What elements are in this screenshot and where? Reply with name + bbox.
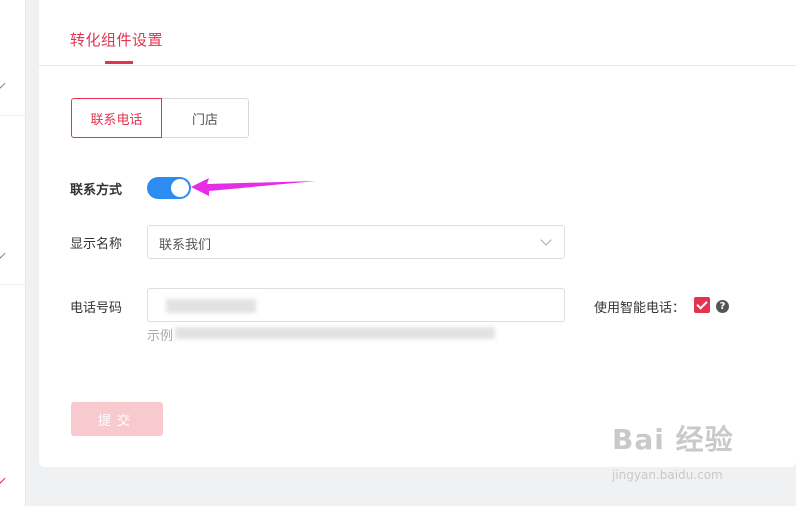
chevron-down-icon [540,234,552,246]
tab-contact-phone[interactable]: 联系电话 [71,98,162,138]
redacted-phone [166,299,256,313]
chevron-down-icon[interactable] [0,473,6,484]
smart-phone-label: 使用智能电话： [594,301,686,316]
contact-method-toggle[interactable] [147,177,191,199]
settings-card: 转化组件设置 联系电话 门店 联系方式 显示名称 联系我们 电话号码 示例 使用… [39,0,796,467]
left-sidebar [0,0,26,506]
phone-label: 电话号码 [70,301,123,316]
contact-method-label: 联系方式 [70,183,123,198]
display-name-select[interactable]: 联系我们 [147,225,565,259]
annotation-arrow [191,178,316,196]
toggle-knob [171,179,189,197]
active-tab-indicator [105,61,133,64]
submit-button[interactable]: 提交 [71,402,163,436]
chevron-down-icon[interactable] [0,248,6,259]
header-divider [39,65,796,66]
display-name-value: 联系我们 [159,238,212,253]
watermark-url: jingyan.baidu.com [612,468,723,482]
sidebar-divider [0,284,25,285]
redacted-hint [175,327,495,339]
help-icon[interactable]: ? [716,300,729,313]
display-name-label: 显示名称 [70,237,123,252]
tab-store[interactable]: 门店 [161,98,249,138]
chevron-down-icon[interactable] [0,78,6,89]
sidebar-divider [0,115,25,116]
phone-hint: 示例 [147,329,174,344]
phone-input[interactable] [147,288,565,322]
smart-phone-checkbox[interactable] [694,297,710,313]
page-title[interactable]: 转化组件设置 [70,29,163,50]
